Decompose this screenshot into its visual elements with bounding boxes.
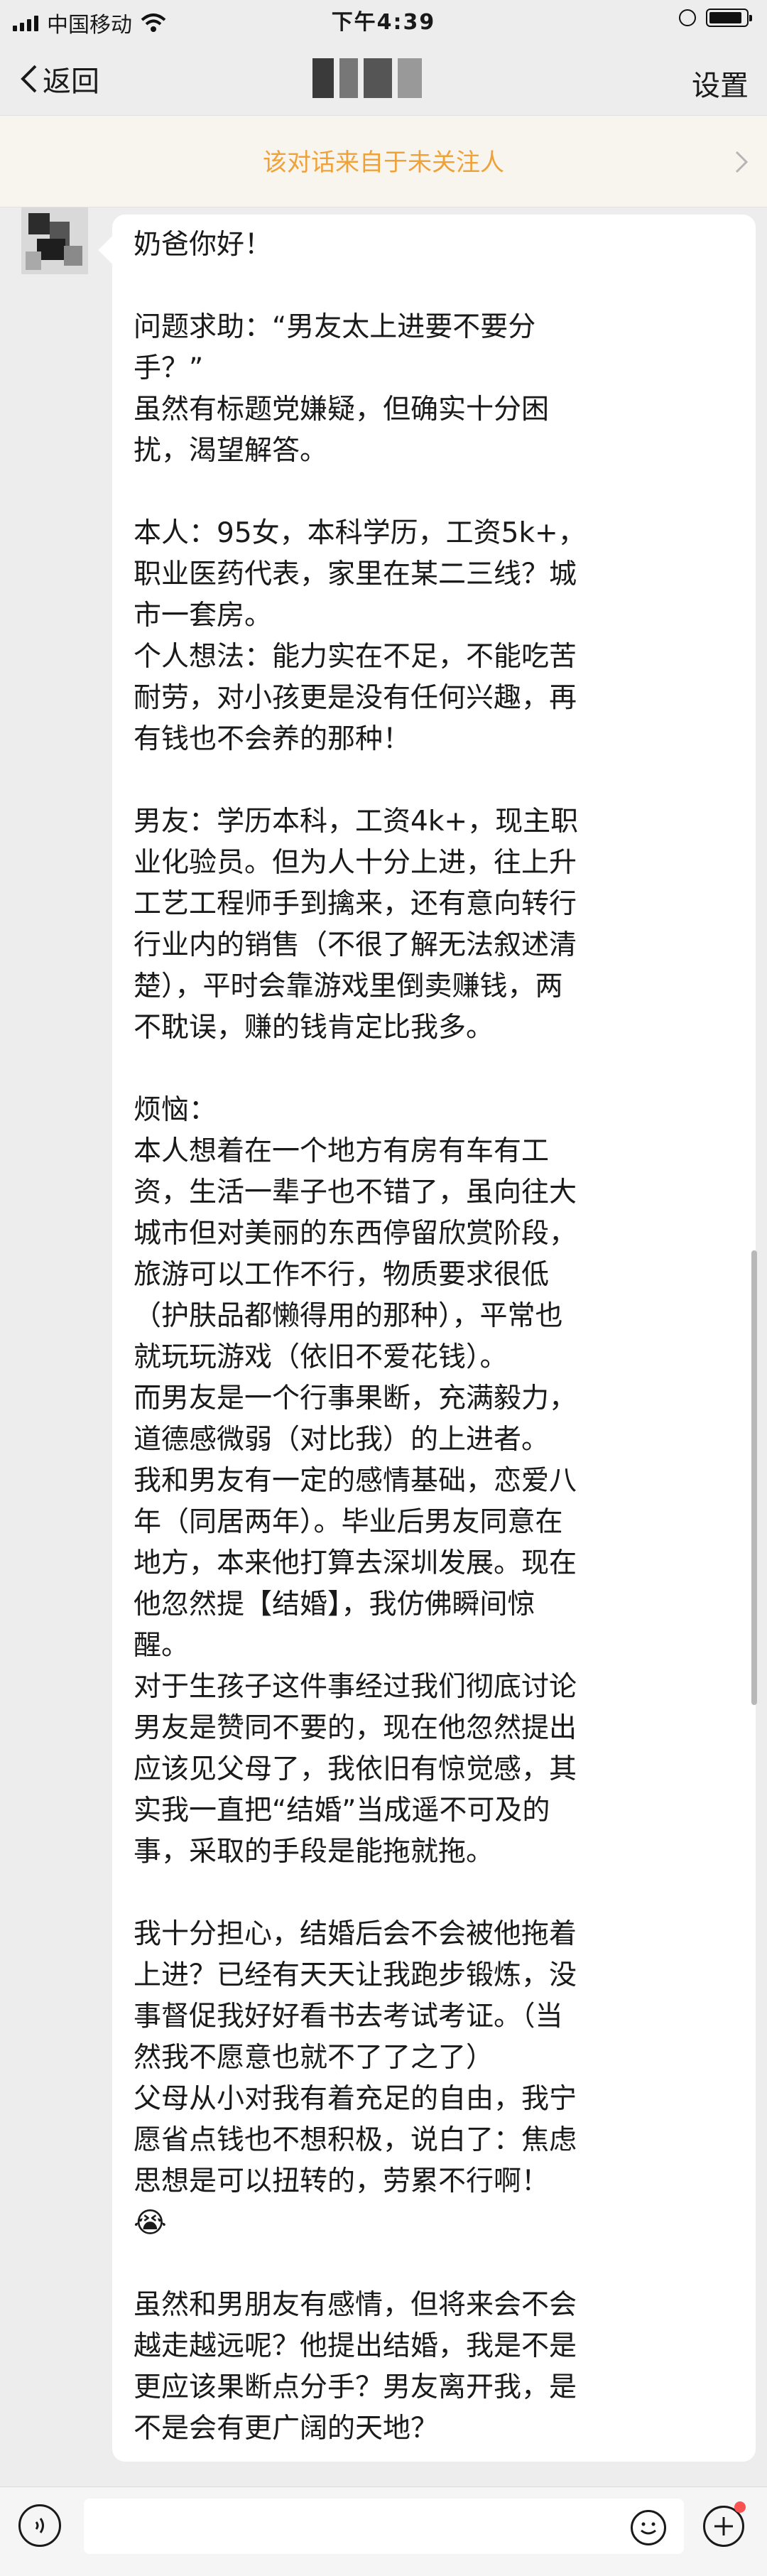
nav-bar: 返回 设置 xyxy=(0,43,767,115)
message-line: 上进？已经有天天让我跑步锻炼，没 xyxy=(134,1959,577,1991)
message-line: 男友：学历本科，工资4k+，现主职 xyxy=(134,806,579,838)
notice-text: 该对话来自于未关注人 xyxy=(263,148,504,177)
message-line xyxy=(134,2450,724,2491)
avatar[interactable] xyxy=(21,207,88,274)
message-bubble[interactable]: 奶爸你好！ 问题求助：“男友太上进要不要分 手？” 虽然有标题党嫌疑，但确实十分困 扰，… xyxy=(112,215,756,2569)
message-line: 耐劳，对小孩更是没有任何兴趣，再 xyxy=(134,682,577,714)
rotation-lock-icon xyxy=(679,9,696,26)
message-line: 事督促我好好看书去考试考证。（当 xyxy=(134,2001,563,2033)
status-bar: 中国移动 下午4:39 xyxy=(0,0,767,43)
message-line: 行业内的销售（不很了解无法叙述清 xyxy=(134,929,577,961)
message-line: 烦恼： xyxy=(134,1094,217,1126)
message-line: 工艺工程师手到擒来，还有意向转行 xyxy=(134,888,577,920)
message-line xyxy=(134,1873,724,1914)
message-line xyxy=(134,2244,724,2285)
message-line: 职业医药代表，家里在某二三线？城 xyxy=(134,558,577,590)
message-line: 奶爸你好！ xyxy=(134,229,273,261)
message-line: 思想是可以扭转的，劳累不行啊！ xyxy=(134,2165,550,2197)
message-line xyxy=(134,760,724,801)
message-input[interactable] xyxy=(84,2499,684,2554)
message-line: 更应该果断点分手？男友离开我，是 xyxy=(134,2371,577,2403)
message-line: 就玩玩游戏（依旧不爱花钱）。 xyxy=(134,1341,508,1373)
message-line: 不耽误，赚的钱肯定比我多。 xyxy=(134,1012,494,1044)
message-line: 业化验员。但为人十分上进，往上升 xyxy=(134,847,577,879)
message-line: 年（同居两年）。毕业后男友同意在 xyxy=(134,1506,563,1538)
message-line: 父母从小对我有着充足的自由，我宁 xyxy=(134,2083,577,2115)
scrollbar[interactable] xyxy=(751,1250,757,1705)
message-line: 应该见父母了，我依旧有惊觉感，其 xyxy=(134,1753,577,1785)
chevron-left-icon xyxy=(21,65,37,93)
message-line: 旅游可以工作不行，物质要求很低 xyxy=(134,1259,550,1291)
message-line xyxy=(134,1049,724,1090)
battery-icon xyxy=(706,9,752,27)
message-line xyxy=(134,472,724,513)
message-line: 虽然和男朋友有感情，但将来会不会 xyxy=(134,2289,577,2321)
back-label: 返回 xyxy=(43,65,99,98)
unfollowed-notice-bar[interactable]: 该对话来自于未关注人 xyxy=(0,115,767,207)
back-button[interactable]: 返回 xyxy=(18,58,99,99)
notification-dot xyxy=(734,2501,746,2513)
message-line: 楚），平时会靠游戏里倒卖赚钱，两 xyxy=(134,970,563,1002)
voice-icon[interactable] xyxy=(18,2504,61,2547)
message-line: 地方，本来他打算去深圳发展。现在 xyxy=(134,1547,577,1579)
message-line xyxy=(134,266,724,307)
message-line: 😭 xyxy=(134,2207,167,2239)
chevron-right-icon xyxy=(735,151,749,173)
message-line: 城市但对美丽的东西停留欣赏阶段， xyxy=(134,1218,577,1250)
message-line: 虽然有标题党嫌疑，但确实十分困 xyxy=(134,394,550,426)
message-line: 愿省点钱也不想积极，说白了：焦虑 xyxy=(134,2124,577,2156)
message-line: 男友是赞同不要的，现在他忽然提出 xyxy=(134,1712,577,1744)
message-line: 我和男友有一定的感情基础，恋爱八 xyxy=(134,1465,577,1497)
emoji-icon[interactable] xyxy=(631,2510,666,2545)
message-line: 道德感微弱（对比我）的上进者。 xyxy=(134,1424,550,1456)
message-line: 手？” xyxy=(134,352,204,384)
message-line: 对于生孩子这件事经过我们彻底讨论 xyxy=(134,1671,577,1703)
message-line: 资，生活一辈子也不错了，虽向往大 xyxy=(134,1176,577,1208)
message-line: 个人想法：能力实在不足，不能吃苦 xyxy=(134,641,577,673)
message-line: 市一套房。 xyxy=(134,600,273,632)
settings-button[interactable]: 设置 xyxy=(692,63,749,104)
message-line: 问题求助：“男友太上进要不要分 xyxy=(134,311,536,343)
message-line: 然我不愿意也就不了了之了） xyxy=(134,2042,494,2074)
message-line: 本人：95女，本科学历，工资5k+， xyxy=(134,517,586,549)
message-line: 不是会有更广阔的天地？ xyxy=(134,2413,439,2445)
message-line: 实我一直把“结婚”当成遥不可及的 xyxy=(134,1795,550,1827)
message-line: 他忽然提【结婚】，我仿佛瞬间惊 xyxy=(134,1589,535,1620)
message-line: 事，采取的手段是能拖就拖。 xyxy=(134,1836,494,1868)
message-text: 奶爸你好！ 问题求助：“男友太上进要不要分 手？” 虽然有标题党嫌疑，但确实十分困 扰，… xyxy=(134,224,724,2573)
message-line: 本人想着在一个地方有房有车有工 xyxy=(134,1135,550,1167)
message-line: （护肤品都懒得用的那种），平常也 xyxy=(134,1300,563,1332)
message-line: 而男友是一个行事果断，充满毅力， xyxy=(134,1382,577,1414)
message-line: 有钱也不会养的那种！ xyxy=(134,723,411,755)
message-line: 醒。 xyxy=(134,1630,190,1662)
input-bar xyxy=(0,2486,767,2576)
message-line: 越走越远呢？他提出结婚，我是不是 xyxy=(134,2330,577,2362)
chat-title-redacted xyxy=(312,58,422,98)
status-right xyxy=(679,9,752,27)
message-line: 扰，渴望解答。 xyxy=(134,435,328,467)
message-line: 我十分担心，结婚后会不会被他拖着 xyxy=(134,1918,577,1950)
clock: 下午4:39 xyxy=(331,10,436,35)
